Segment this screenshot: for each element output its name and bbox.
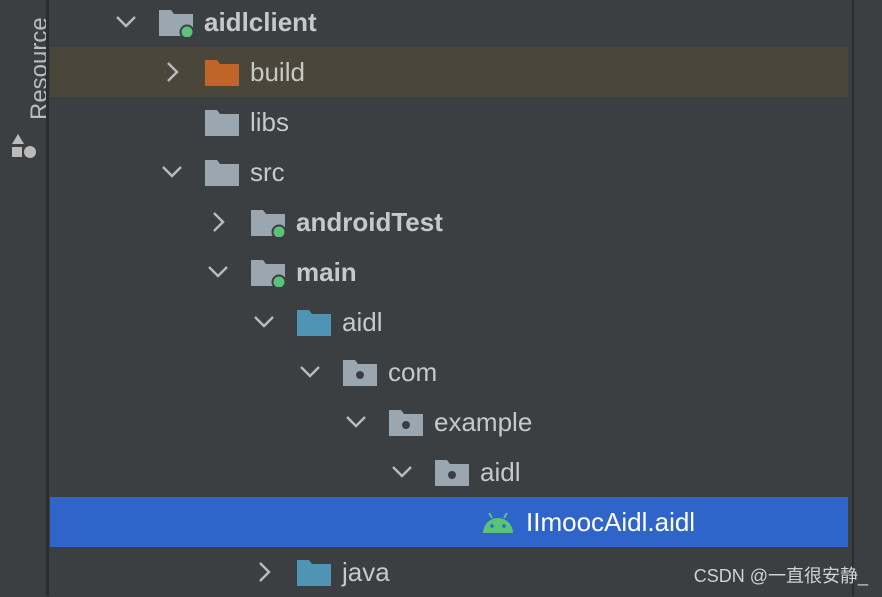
folder-icon <box>204 157 240 192</box>
tree-node-label: aidl <box>342 307 383 337</box>
tool-strip-border <box>46 0 49 596</box>
module-folder-icon <box>158 7 195 42</box>
chevron-right-icon[interactable] <box>252 560 276 584</box>
tree-node[interactable]: build <box>50 47 848 97</box>
tree-node-label: main <box>296 257 357 287</box>
chevron-down-icon[interactable] <box>252 310 276 334</box>
tree-node-label: com <box>388 357 438 387</box>
project-tree: aidlclient build libs src androidTest main aid… <box>50 0 848 596</box>
tree-node-label: src <box>250 157 285 187</box>
excluded-folder-icon <box>204 57 240 92</box>
scrollbar-track[interactable] <box>852 0 854 596</box>
source-root-folder-icon <box>296 557 332 592</box>
tree-node[interactable]: example <box>50 397 848 447</box>
folder-icon <box>204 107 240 142</box>
tree-node[interactable]: main <box>50 247 848 297</box>
chevron-down-icon[interactable] <box>160 160 184 184</box>
package-folder-icon <box>342 357 378 392</box>
source-root-folder-icon <box>296 307 332 342</box>
left-tool-strip: Resource <box>0 0 53 596</box>
tree-node-label: aidlclient <box>204 7 317 37</box>
android-icon <box>480 507 516 542</box>
chevron-down-icon[interactable] <box>344 410 368 434</box>
source-set-folder-icon <box>250 257 287 292</box>
tree-node[interactable]: aidl <box>50 447 848 497</box>
tree-node-label: libs <box>250 107 290 137</box>
tree-node-label: build <box>250 57 305 87</box>
tree-node-label: example <box>434 407 533 437</box>
shapes-icon <box>8 132 38 167</box>
source-set-folder-icon <box>250 207 287 242</box>
tree-node-label: aidl <box>480 457 521 487</box>
tree-node[interactable]: IImoocAidl.aidl <box>50 497 848 547</box>
resource-manager-tab[interactable]: Resource <box>4 0 53 170</box>
chevron-right-icon[interactable] <box>206 210 230 234</box>
chevron-down-icon[interactable] <box>114 10 138 34</box>
chevron-down-icon[interactable] <box>206 260 230 284</box>
chevron-down-icon[interactable] <box>298 360 322 384</box>
tree-node[interactable]: aidlclient <box>50 0 848 47</box>
tree-node[interactable]: src <box>50 147 848 197</box>
tree-node-label: androidTest <box>296 207 443 237</box>
tree-node[interactable]: aidl <box>50 297 848 347</box>
package-folder-icon <box>434 457 470 492</box>
tree-node-label: IImoocAidl.aidl <box>526 507 696 537</box>
tree-node[interactable]: com <box>50 347 848 397</box>
chevron-down-icon[interactable] <box>390 460 414 484</box>
tree-node-label: java <box>342 557 390 587</box>
chevron-right-icon[interactable] <box>160 60 184 84</box>
package-folder-icon <box>388 407 424 442</box>
tree-node[interactable]: androidTest <box>50 197 848 247</box>
watermark: CSDN @一直很安静_ <box>693 566 868 586</box>
tree-node[interactable]: libs <box>50 97 848 147</box>
